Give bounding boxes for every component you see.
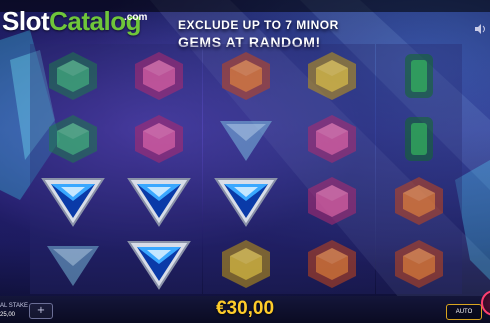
- reel-cell: [203, 169, 289, 232]
- logo-slot-text: Slot: [2, 6, 50, 36]
- slotcatalog-watermark: SlotCatalog .com: [2, 6, 147, 36]
- blue-triangle-gem-icon: [127, 240, 192, 290]
- yellow-gem-icon: [221, 239, 270, 288]
- reel-cell: [203, 107, 289, 170]
- yellow-gem-icon: [308, 52, 357, 100]
- pink-gem-icon: [308, 177, 357, 225]
- reel-cell: [289, 232, 375, 295]
- reel-cell: [116, 169, 202, 232]
- green-emerald-icon: [404, 54, 433, 98]
- reel-cell: [376, 232, 462, 295]
- reel-cell: [376, 44, 462, 107]
- reel-2: [116, 44, 203, 295]
- orange-gem-icon: [394, 177, 443, 225]
- win-amount: €30,00: [215, 298, 275, 319]
- sound-icon[interactable]: [474, 24, 488, 34]
- reel-cell: [203, 44, 289, 107]
- green-gem-icon: [49, 114, 97, 163]
- reel-cell: [116, 44, 202, 107]
- reel-cell: [289, 169, 375, 232]
- pink-gem-icon: [135, 52, 184, 100]
- orange-gem-icon: [221, 52, 270, 100]
- reel-cell: [30, 232, 116, 295]
- orange-gem-icon: [308, 239, 357, 288]
- reel-1: [30, 44, 116, 294]
- reel-5: [375, 44, 462, 295]
- cyan-triangle-gem-icon: [47, 245, 99, 286]
- reel-4: [289, 44, 376, 295]
- reel-cell: [376, 169, 462, 232]
- reel-cell: [30, 107, 116, 170]
- green-gem-icon: [49, 52, 97, 100]
- blue-triangle-gem-icon: [213, 178, 278, 227]
- promo-line-1: EXCLUDE UP TO 7 MINOR: [178, 18, 339, 32]
- cyan-triangle-gem-icon: [219, 120, 272, 161]
- autoplay-button[interactable]: AUTO: [446, 304, 482, 320]
- pink-gem-icon: [308, 114, 357, 163]
- reel-cell: [376, 107, 462, 170]
- pink-gem-icon: [135, 114, 184, 163]
- logo-com-text: .com: [124, 12, 148, 23]
- green-emerald-icon: [404, 116, 433, 161]
- reel-grid: [30, 44, 462, 294]
- reel-cell: [30, 169, 116, 232]
- reel-cell: [30, 44, 116, 107]
- reel-cell: [289, 107, 375, 170]
- game-screen: SlotCatalog .com EXCLUDE UP TO 7 MINOR G…: [0, 0, 490, 323]
- reel-cell: [116, 107, 202, 170]
- blue-triangle-gem-icon: [41, 178, 105, 227]
- orange-gem-icon: [394, 239, 443, 288]
- reel-cell: [116, 232, 202, 295]
- blue-triangle-gem-icon: [127, 178, 192, 227]
- reel-cell: [289, 44, 375, 107]
- reel-cell: [203, 232, 289, 295]
- reel-3: [202, 44, 289, 295]
